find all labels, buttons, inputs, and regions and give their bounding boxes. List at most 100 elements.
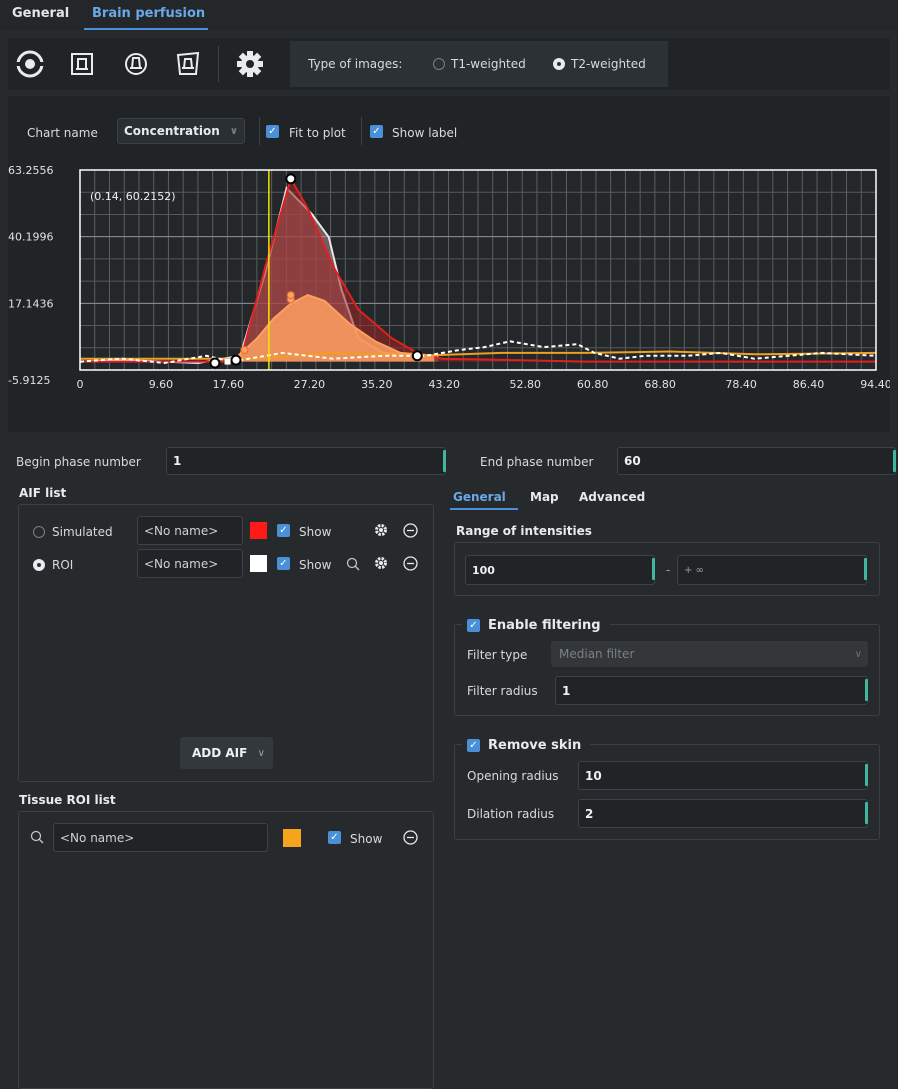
x-tick-label: 68.80 [644, 378, 676, 391]
t2-label[interactable]: T2-weighted [571, 57, 646, 71]
y-tick-label: 63.2556 [8, 164, 54, 177]
aif-simulated-gear-icon[interactable] [373, 522, 389, 538]
tissue-show-checkbox[interactable]: ✓ [328, 831, 341, 844]
dilation-radius-label: Dilation radius [467, 807, 555, 821]
settings-tab-map[interactable]: Map [530, 490, 559, 504]
tissue-remove-icon[interactable] [402, 829, 418, 845]
range-max-input[interactable]: + ∞ [677, 555, 867, 585]
map-icon[interactable] [172, 48, 204, 80]
arterial-icon[interactable] [66, 48, 98, 80]
aif-roi-label[interactable]: ROI [52, 558, 73, 572]
range-min-input[interactable]: 100 [465, 555, 655, 585]
active-tab-indicator [84, 28, 208, 30]
x-tick-label: 60.80 [577, 378, 609, 391]
begin-phase-value: 1 [173, 454, 182, 468]
opening-radius-input[interactable]: 10 [578, 761, 868, 790]
target-icon[interactable] [14, 48, 46, 80]
aif-simulated-radio[interactable] [33, 526, 45, 538]
tissue-roi-title: Tissue ROI list [19, 793, 116, 807]
tissue-name-input[interactable]: <No name> [53, 823, 268, 852]
chart-name-label: Chart name [27, 126, 98, 140]
settings-tab-advanced[interactable]: Advanced [579, 490, 645, 504]
controls-separator [361, 117, 362, 145]
opening-radius-value: 10 [585, 768, 602, 783]
aif-simulated-show-checkbox[interactable]: ✓ [277, 524, 290, 537]
settings-tab-general[interactable]: General [453, 490, 506, 504]
enable-filtering-label[interactable]: Enable filtering [488, 618, 601, 633]
chevron-down-icon: ∨ [854, 648, 862, 660]
tissue-show-label[interactable]: Show [350, 832, 382, 846]
aif-simulated-name: <No name> [144, 523, 219, 538]
tissue-point-marker [286, 291, 295, 300]
selected-point-marker [209, 357, 221, 369]
chart-name-value: Concentration [124, 124, 220, 138]
x-tick-label: 0 [77, 378, 84, 391]
tissue-color[interactable] [283, 829, 301, 847]
filter-radius-value: 1 [562, 683, 571, 698]
t1-radio[interactable] [433, 58, 445, 70]
type-of-images-label: Type of images: [308, 57, 403, 71]
aif-simulated-remove-icon[interactable] [402, 522, 418, 538]
tissue-search-icon[interactable] [29, 829, 45, 845]
filter-type-label: Filter type [467, 648, 528, 662]
x-tick-label: 86.40 [793, 378, 825, 391]
range-min-value: 100 [472, 563, 495, 577]
add-aif-button[interactable]: ADD AIF ∨ [180, 737, 273, 769]
aif-list-title: AIF list [19, 486, 67, 500]
chevron-down-icon: ∨ [229, 125, 238, 137]
settings-tab-indicator [450, 508, 518, 510]
tissue-point-marker [240, 346, 249, 355]
dilation-radius-input[interactable]: 2 [578, 799, 868, 828]
point-annotation: (0.14, 60.2152) [90, 190, 176, 203]
toolbar-separator [218, 46, 219, 82]
aif-roi-show-checkbox[interactable]: ✓ [277, 557, 290, 570]
aif-roi-gear-icon[interactable] [373, 555, 389, 571]
aif-roi-color[interactable] [250, 555, 267, 572]
begin-phase-label: Begin phase number [16, 455, 141, 469]
aif-roi-show-label[interactable]: Show [299, 558, 331, 572]
show-label-checkbox[interactable]: ✓ [370, 125, 383, 138]
aif-simulated-label[interactable]: Simulated [52, 525, 113, 539]
y-tick-label: -5.9125 [8, 374, 50, 387]
perfusion-icon[interactable] [120, 48, 152, 80]
aif-simulated-name-input[interactable]: <No name> [137, 516, 243, 545]
toolbar: Type of images: T1-weighted T2-weighted [8, 38, 890, 90]
range-title: Range of intensities [456, 524, 592, 538]
opening-radius-label: Opening radius [467, 769, 559, 783]
aif-roi-name-input[interactable]: <No name> [137, 549, 243, 578]
chevron-down-icon: ∨ [257, 747, 265, 759]
tab-general[interactable]: General [12, 6, 69, 21]
aif-roi-radio[interactable] [33, 559, 45, 571]
remove-skin-checkbox[interactable]: ✓ [467, 739, 480, 752]
selected-point-marker [285, 173, 297, 185]
concentration-chart[interactable]: 63.2556 40.1996 17.1436 -5.9125 0 9.60 17.60 27… [8, 162, 890, 432]
y-tick-label: 17.1436 [8, 297, 54, 310]
dilation-radius-value: 2 [585, 806, 594, 821]
fit-to-plot-label[interactable]: Fit to plot [289, 126, 346, 140]
aif-roi-search-icon[interactable] [345, 556, 361, 572]
tab-brain-perfusion[interactable]: Brain perfusion [92, 6, 205, 21]
aif-roi-remove-icon[interactable] [402, 555, 418, 571]
t2-radio[interactable] [553, 58, 565, 70]
selected-point-marker [230, 354, 242, 366]
x-tick-label: 9.60 [149, 378, 174, 391]
end-phase-label: End phase number [480, 455, 594, 469]
fit-to-plot-checkbox[interactable]: ✓ [266, 125, 279, 138]
aif-simulated-show-label[interactable]: Show [299, 525, 331, 539]
x-tick-label: 35.20 [361, 378, 393, 391]
begin-phase-input[interactable]: 1 [166, 447, 446, 475]
t1-label[interactable]: T1-weighted [451, 57, 526, 71]
y-tick-label: 40.1996 [8, 231, 54, 244]
filter-radius-input[interactable]: 1 [555, 676, 868, 705]
end-phase-value: 60 [624, 454, 641, 468]
aif-list-panel: Simulated <No name> ✓ Show ROI <No name>… [18, 504, 434, 782]
x-tick-label: 17.60 [213, 378, 245, 391]
end-phase-input[interactable]: 60 [617, 447, 896, 475]
aif-simulated-color[interactable] [250, 522, 267, 539]
show-label-label[interactable]: Show label [392, 126, 457, 140]
chart-name-select[interactable]: Concentration ∨ [117, 118, 245, 144]
gear-icon[interactable] [234, 48, 266, 80]
remove-skin-label[interactable]: Remove skin [488, 738, 581, 753]
enable-filtering-checkbox[interactable]: ✓ [467, 619, 480, 632]
filter-type-select[interactable]: Median filter ∨ [551, 641, 868, 667]
